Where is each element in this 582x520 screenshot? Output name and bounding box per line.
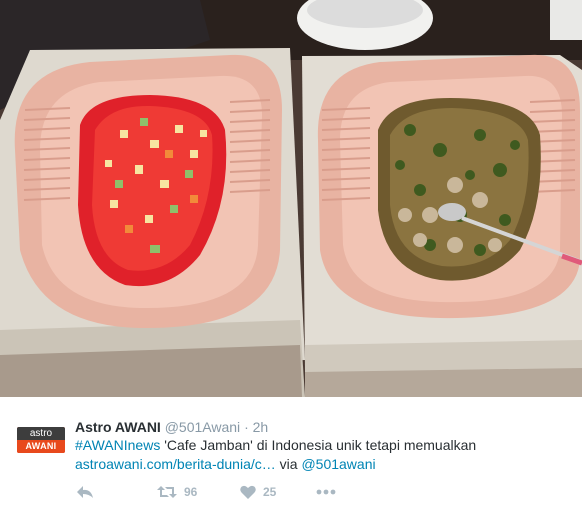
hashtag-link[interactable]: #AWANInews [75,437,160,453]
author-handle[interactable]: @501Awani [165,419,240,435]
retweet-count: 96 [184,485,198,499]
tweet-text-line-1: #AWANInews 'Cafe Jamban' di Indonesia un… [75,436,476,454]
retweet-button[interactable]: 96 [157,480,197,504]
squat-toilet-dishes-photo [0,0,582,397]
tweet-photo[interactable] [0,0,582,397]
avatar-brand-top: astro [17,427,65,440]
tweet-text-line-2: astroawani.com/berita-dunia/c… via @501a… [75,455,376,473]
retweet-icon [157,484,177,500]
tweet-timestamp[interactable]: 2h [253,419,269,435]
avatar[interactable]: astro AWANI [17,427,65,453]
more-icon [316,489,336,495]
article-link[interactable]: astroawani.com/berita-dunia/c… [75,456,276,472]
author-name[interactable]: Astro AWANI [75,419,161,435]
tweet-header: Astro AWANI @501Awani · 2h [75,418,268,436]
mention-link[interactable]: @501awani [301,456,375,472]
reply-icon [76,484,94,500]
heart-icon [240,485,256,500]
tweet-actions: 96 25 [0,480,582,504]
avatar-brand-bottom: AWANI [17,440,65,453]
header-separator: · [244,419,249,435]
tweet-card: astro AWANI Astro AWANI @501Awani · 2h #… [0,0,582,520]
like-button[interactable]: 25 [240,480,276,504]
reply-button[interactable] [76,480,94,504]
via-text: via [275,456,302,472]
more-button[interactable] [316,480,336,504]
like-count: 25 [263,485,277,499]
tweet-body: astro AWANI Astro AWANI @501Awani · 2h #… [0,397,582,520]
tweet-text: 'Cafe Jamban' di Indonesia unik tetapi m… [160,437,477,453]
